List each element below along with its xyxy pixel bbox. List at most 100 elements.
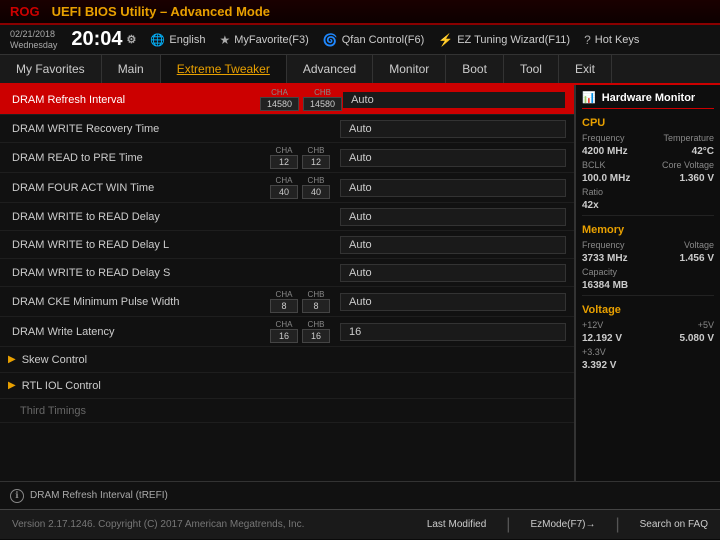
hw-mem-freq-row: Frequency Voltage (582, 240, 714, 250)
setting-value-dram-write-read[interactable]: Auto (340, 208, 566, 226)
search-faq-btn[interactable]: Search on FAQ (640, 519, 708, 530)
setting-value-dram-cke[interactable]: Auto (340, 293, 566, 311)
hw-cpu-freq-value: 4200 MHz (582, 146, 628, 157)
setting-value-dram-four-act[interactable]: Auto (340, 179, 566, 197)
hw-v12-val-row: 12.192 V 5.080 V (582, 333, 714, 344)
nav-tabs: My Favorites Main Extreme Tweaker Advanc… (0, 55, 720, 85)
hw-v12-label: +12V (582, 320, 603, 330)
setting-dram-cke[interactable]: DRAM CKE Minimum Pulse Width CHA 8 CHB 8… (0, 287, 574, 317)
tab-tool[interactable]: Tool (504, 55, 559, 83)
tab-exit[interactable]: Exit (559, 55, 612, 83)
qfan-btn[interactable]: 🌀 Qfan Control(F6) (323, 33, 424, 47)
chip-cha-value: 14580 (260, 97, 299, 111)
tab-main-label: Main (118, 62, 144, 76)
setting-dram-write-latency[interactable]: DRAM Write Latency CHA 16 CHB 16 16 (0, 317, 574, 347)
rtl-iol-label: RTL IOL Control (22, 380, 101, 392)
hw-mem-cap-label: Capacity (582, 267, 617, 277)
toolbar-items: 🌐 English ★ MyFavorite(F3) 🌀 Qfan Contro… (150, 33, 710, 47)
tab-monitor[interactable]: Monitor (373, 55, 446, 83)
setting-value-dram-write-latency[interactable]: 16 (340, 323, 566, 341)
settings-gear-icon[interactable]: ⚙ (127, 33, 137, 46)
tab-main[interactable]: Main (102, 55, 161, 83)
setting-dram-write-read-delay-s[interactable]: DRAM WRITE to READ Delay S Auto (0, 259, 574, 287)
value-container-dram-four-act: Auto (340, 179, 574, 197)
tab-extreme-tweaker[interactable]: Extreme Tweaker (161, 55, 287, 83)
setting-dram-write-read-delay-l[interactable]: DRAM WRITE to READ Delay L Auto (0, 231, 574, 259)
value-container-dram-refresh: Auto (342, 91, 574, 109)
tab-boot[interactable]: Boot (446, 55, 504, 83)
tab-my-favorites[interactable]: My Favorites (0, 55, 102, 83)
hw-cpu-freq-val-row: 4200 MHz 42°C (582, 146, 714, 157)
hw-monitor-icon: 📊 (582, 91, 596, 104)
hw-cpu-temp-value: 42°C (692, 146, 714, 157)
value-container-dram-write-read-s: Auto (340, 264, 574, 282)
setting-value-dram-read-pre[interactable]: Auto (340, 149, 566, 167)
setting-value-dram-refresh[interactable]: Auto (342, 91, 566, 109)
language-label: English (169, 34, 205, 46)
hotkeys-icon: ? (584, 33, 591, 47)
ez-mode-btn[interactable]: EzMode(F7)→ (530, 519, 595, 530)
section-rtl-iol[interactable]: ▶ RTL IOL Control (0, 373, 574, 399)
language-selector[interactable]: 🌐 English (150, 33, 205, 47)
hw-ratio-label: Ratio (582, 187, 603, 197)
myfavorite-btn[interactable]: ★ MyFavorite(F3) (219, 33, 308, 47)
main-content: DRAM Refresh Interval CHA 14580 CHB 1458… (0, 85, 720, 481)
chip-cha-label-8: CHA (276, 320, 293, 329)
hw-bclk-val-row: 100.0 MHz 1.360 V (582, 173, 714, 184)
hw-v33-value: 3.392 V (582, 360, 616, 371)
language-icon: 🌐 (150, 33, 165, 47)
chip-cha-value-3: 40 (270, 185, 298, 199)
chip-group-cha-2: CHA 12 (270, 146, 298, 169)
footer-sep-2: | (615, 516, 619, 534)
tab-advanced[interactable]: Advanced (287, 55, 373, 83)
hot-keys-label: Hot Keys (595, 34, 640, 46)
hw-bclk-value: 100.0 MHz (582, 173, 630, 184)
tuning-icon: ⚡ (438, 33, 453, 47)
time-bar: 02/21/2018 Wednesday 20:04 ⚙ 🌐 English ★… (0, 25, 720, 55)
hw-mem-freq-label: Frequency (582, 240, 625, 250)
value-container-dram-write-read: Auto (340, 208, 574, 226)
tab-exit-label: Exit (575, 62, 595, 76)
footer: Version 2.17.1246. Copyright (C) 2017 Am… (0, 509, 720, 539)
value-container-dram-cke: Auto (340, 293, 574, 311)
tab-my-favorites-label: My Favorites (16, 62, 85, 76)
hw-mem-cap-row: Capacity (582, 267, 714, 277)
third-timings-label: Third Timings (20, 405, 86, 417)
setting-dram-read-pre[interactable]: DRAM READ to PRE Time CHA 12 CHB 12 Auto (0, 143, 574, 173)
header-mode: Advanced Mode (170, 4, 270, 19)
hw-mem-cap-val-row: 16384 MB (582, 280, 714, 291)
hw-v33-label: +3.3V (582, 347, 606, 357)
ez-tuning-btn[interactable]: ⚡ EZ Tuning Wizard(F11) (438, 33, 570, 47)
chip-chb-label: CHB (314, 88, 331, 97)
setting-value-dram-write-read-l[interactable]: Auto (340, 236, 566, 254)
setting-dram-write-read-delay[interactable]: DRAM WRITE to READ Delay Auto (0, 203, 574, 231)
hw-divider-1 (582, 215, 714, 216)
hw-cpu-title: CPU (582, 117, 714, 129)
setting-name-dram-write-read-delay: DRAM WRITE to READ Delay (0, 211, 260, 223)
hw-mem-cap-value: 16384 MB (582, 280, 628, 291)
setting-value-dram-write-read-s[interactable]: Auto (340, 264, 566, 282)
setting-value-dram-write-recovery[interactable]: Auto (340, 120, 566, 138)
setting-name-dram-four-act: DRAM FOUR ACT WIN Time (0, 182, 260, 194)
settings-panel: DRAM Refresh Interval CHA 14580 CHB 1458… (0, 85, 575, 481)
setting-dram-refresh-interval[interactable]: DRAM Refresh Interval CHA 14580 CHB 1458… (0, 85, 574, 115)
clock-display: 20:04 ⚙ (71, 28, 136, 51)
chips-dram-four-act: CHA 40 CHB 40 (260, 176, 340, 199)
hw-mem-freq-value: 3733 MHz (582, 253, 628, 264)
chip-group-chb-3: CHB 40 (302, 176, 330, 199)
chip-cha-value-7: 8 (270, 299, 298, 313)
chip-group-chb-7: CHB 8 (302, 290, 330, 313)
setting-dram-four-act[interactable]: DRAM FOUR ACT WIN Time CHA 40 CHB 40 Aut… (0, 173, 574, 203)
setting-dram-write-recovery[interactable]: DRAM WRITE Recovery Time Auto (0, 115, 574, 143)
chip-group-cha-3: CHA 40 (270, 176, 298, 199)
hw-monitor-title: 📊 Hardware Monitor (582, 91, 714, 109)
rog-logo: ROG (10, 4, 40, 19)
rtl-arrow-icon: ▶ (8, 380, 16, 391)
date-display: 02/21/2018 (10, 29, 57, 40)
section-skew-control[interactable]: ▶ Skew Control (0, 347, 574, 373)
header-title: UEFI BIOS Utility – Advanced Mode (52, 4, 270, 19)
ez-tuning-label: EZ Tuning Wizard(F11) (457, 34, 570, 46)
hot-keys-btn[interactable]: ? Hot Keys (584, 33, 639, 47)
hw-core-volt-value: 1.360 V (680, 173, 714, 184)
value-container-dram-write-latency: 16 (340, 323, 574, 341)
